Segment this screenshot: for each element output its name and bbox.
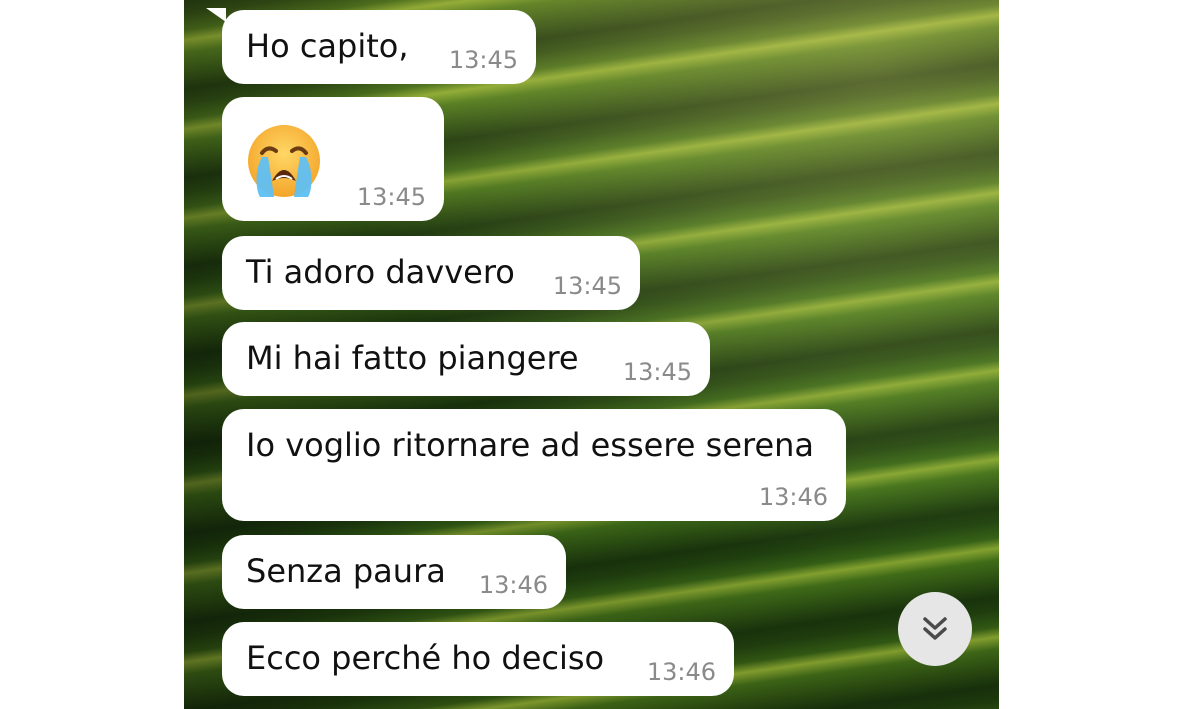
scroll-to-bottom-button[interactable] <box>898 592 972 666</box>
message-time: 13:45 <box>552 272 622 300</box>
double-chevron-down-icon <box>923 617 947 640</box>
message-bubble[interactable]: Ti adoro davvero 13:45 <box>222 236 640 310</box>
message-time: 13:45 <box>448 46 518 74</box>
message-text: Ho capito, <box>246 27 409 65</box>
message-bubble[interactable]: Senza paura 13:46 <box>222 535 566 609</box>
message-time: 13:45 <box>356 183 426 211</box>
message-time: 13:46 <box>478 571 548 599</box>
message-text: Ti adoro davvero <box>246 253 515 291</box>
chat-screen: Ho capito, 13:45 13:45 Ti adoro davvero … <box>0 0 1181 709</box>
message-bubble[interactable]: Io voglio ritornare ad essere serena 13:… <box>222 409 846 521</box>
message-time: 13:45 <box>622 358 692 386</box>
message-bubble[interactable]: Ecco perché ho deciso 13:46 <box>222 622 734 696</box>
message-time: 13:46 <box>646 658 716 686</box>
bubble-tail <box>206 8 226 22</box>
emoji-message-bubble[interactable]: 13:45 <box>222 97 444 221</box>
message-time: 13:46 <box>758 483 828 511</box>
message-text: Io voglio ritornare ad essere serena <box>246 426 815 464</box>
message-text: Ecco perché ho deciso <box>246 639 605 677</box>
message-bubble[interactable]: Mi hai fatto piangere 13:45 <box>222 322 710 396</box>
message-text: Mi hai fatto piangere <box>246 339 579 377</box>
loudly-crying-face-icon <box>248 125 320 197</box>
message-text: Senza paura <box>246 552 446 590</box>
message-bubble[interactable]: Ho capito, 13:45 <box>222 10 536 84</box>
